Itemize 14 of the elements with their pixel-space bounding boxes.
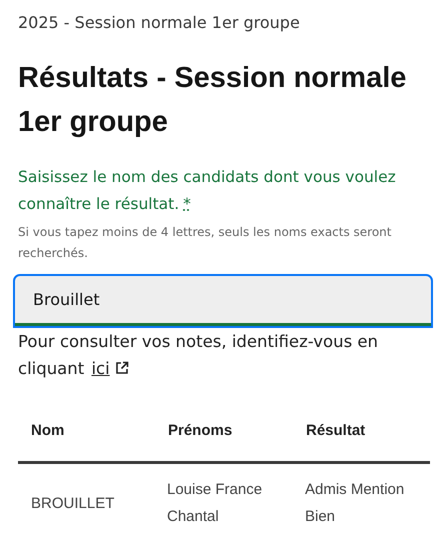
login-link[interactable]: ici [91,359,129,378]
breadcrumb: 2025 - Session normale 1er groupe [18,12,301,34]
column-header: Résultat [306,422,366,439]
search-field[interactable]: Brouillet [15,276,431,326]
login-note: Pour consulter vos notes, identifiez-vous en cliquant ici [18,331,380,380]
field-hint: Si vous tapez moins de 4 lettres, seuls les noms exacts seront recherchés. [18,224,392,262]
external-link-icon [114,361,129,375]
table-cell: Admis Mention Bien [305,481,404,525]
column-header: Prénoms [168,422,232,439]
table-cell: BROUILLET [31,494,114,512]
table-cell: Louise France Chantal [167,481,262,525]
field-label: Saisissez le nom des candidats dont vous voulez connaître le résultat. * [18,167,397,215]
column-header: Nom [31,422,64,439]
page-title: Résultats - Session normale 1er groupe [18,61,408,140]
